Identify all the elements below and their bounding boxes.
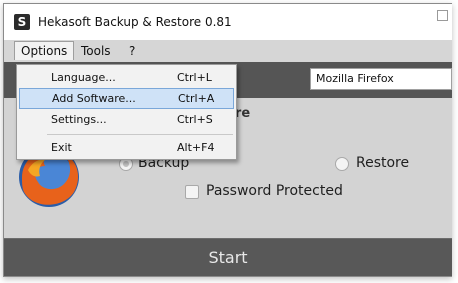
menu-item-label: Exit — [51, 141, 72, 154]
menu-tools[interactable]: Tools — [75, 42, 117, 60]
menu-item-language[interactable]: Language... Ctrl+L — [19, 67, 234, 88]
menu-item-settings[interactable]: Settings... Ctrl+S — [19, 109, 234, 130]
menu-item-add-software[interactable]: Add Software... Ctrl+A — [19, 88, 234, 109]
menu-options[interactable]: Options — [14, 41, 75, 60]
restore-radio[interactable] — [335, 157, 349, 171]
menu-item-label: Add Software... — [52, 92, 136, 105]
hekasoft-logo-icon: S — [14, 14, 30, 30]
menu-item-label: Settings... — [51, 113, 107, 126]
menu-item-shortcut: Alt+F4 — [177, 141, 215, 154]
menu-item-shortcut: Ctrl+A — [178, 92, 215, 105]
password-protected-checkbox[interactable] — [185, 185, 199, 199]
menu-bar: Options Tools ? — [4, 40, 452, 62]
menu-item-shortcut: Ctrl+L — [177, 71, 212, 84]
start-label: Start — [208, 248, 248, 267]
restore-label: Restore — [356, 155, 410, 171]
maximize-button[interactable] — [437, 10, 448, 21]
menu-separator — [47, 134, 233, 135]
password-protected-label: Password Protected — [206, 183, 343, 199]
options-dropdown-menu: Language... Ctrl+L Add Software... Ctrl+… — [16, 64, 237, 160]
menu-item-exit[interactable]: Exit Alt+F4 — [19, 137, 234, 158]
title-bar: S Hekasoft Backup & Restore 0.81 — [4, 4, 452, 40]
app-window: S Hekasoft Backup & Restore 0.81 Options… — [3, 3, 452, 277]
window-title: Hekasoft Backup & Restore 0.81 — [38, 15, 232, 29]
menu-help[interactable]: ? — [123, 42, 141, 60]
start-button[interactable]: Start — [4, 238, 452, 276]
menu-item-label: Language... — [51, 71, 116, 84]
menu-item-shortcut: Ctrl+S — [177, 113, 213, 126]
software-select[interactable]: Mozilla Firefox — [310, 68, 452, 90]
